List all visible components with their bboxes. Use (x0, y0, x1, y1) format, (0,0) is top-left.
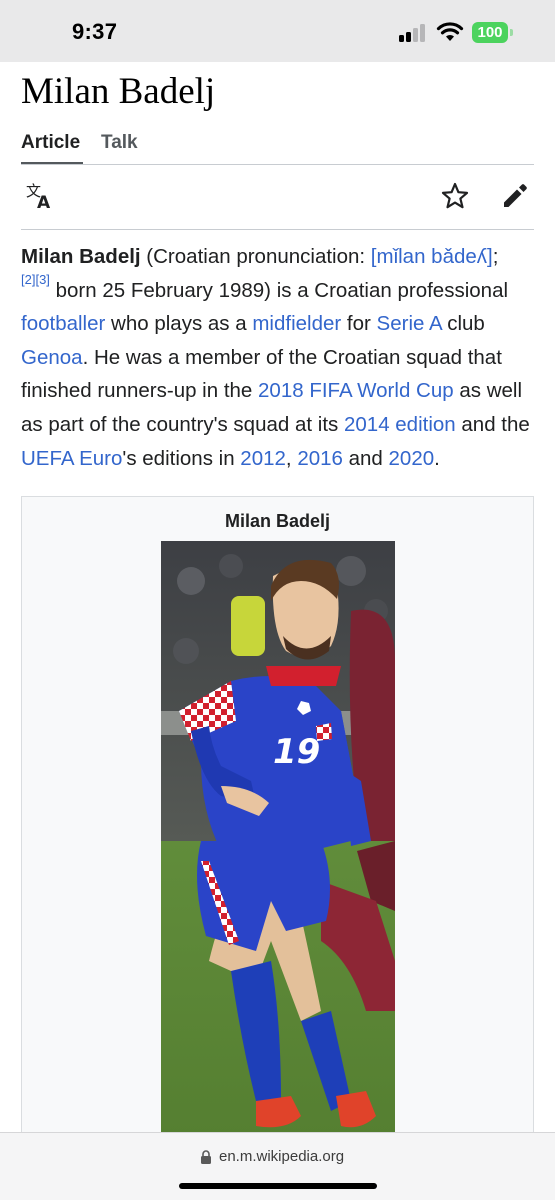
lead-text: . (434, 446, 440, 470)
tabs-divider (21, 164, 534, 165)
infobox: Milan Badelj 19 (21, 496, 534, 1156)
euro-2012-link[interactable]: 2012 (240, 447, 286, 470)
toolbar-divider (21, 229, 534, 230)
uefa-euro-link[interactable]: UEFA Euro (21, 447, 122, 470)
star-icon[interactable] (440, 181, 470, 211)
euro-2020-link[interactable]: 2020 (389, 447, 435, 470)
home-indicator[interactable] (179, 1183, 377, 1189)
language-icon[interactable]: 文 A (25, 181, 55, 211)
serie-a-link[interactable]: Serie A (377, 312, 442, 335)
player-photo-illustration: 19 (161, 541, 395, 1137)
tab-talk[interactable]: Talk (101, 132, 138, 154)
player-photo[interactable]: 19 (161, 541, 395, 1137)
browser-url-bar[interactable] (0, 1132, 555, 1200)
url-text[interactable]: en.m.wikipedia.org (219, 1148, 344, 1165)
lead-text: (Croatian pronunciation: (140, 245, 371, 268)
page-title: Milan Badelj (21, 71, 216, 112)
lead-text: 's editions in (122, 446, 241, 470)
euro-2016-link[interactable]: 2016 (297, 447, 343, 470)
footballer-link[interactable]: footballer (21, 312, 105, 335)
lead-text: , (285, 446, 298, 470)
infobox-title: Milan Badelj (224, 511, 331, 531)
article-subject: Milan Badelj (21, 245, 141, 268)
ipa-link[interactable]: [mǐlan bǎdeʎ] (371, 245, 493, 268)
article-tabs: Article Talk (0, 126, 555, 166)
status-bar: 9:37 100 (0, 0, 555, 62)
edit-pencil-icon[interactable] (500, 181, 530, 211)
lead-text: and (342, 446, 389, 470)
lead-text: who plays as a (105, 312, 253, 336)
midfielder-link[interactable]: midfielder (252, 312, 341, 335)
lead-text: for (341, 312, 377, 336)
lead-text: club (441, 312, 485, 336)
lead-text: ; (492, 245, 499, 268)
battery-icon: 100 (472, 22, 508, 43)
status-time: 9:37 (72, 19, 118, 44)
reference-3-link[interactable]: [3] (35, 272, 49, 287)
world-cup-2018-link[interactable]: 2018 FIFA World Cup (258, 379, 454, 402)
wifi-icon (436, 22, 464, 41)
lead-text: born 25 February 1989) is a Croatian pro… (49, 278, 509, 302)
lock-icon (201, 1150, 211, 1164)
battery-tip (510, 29, 513, 36)
svg-text:A: A (37, 193, 51, 211)
2014-edition-link[interactable]: 2014 edition (344, 413, 456, 436)
reference-2-link[interactable]: [2] (21, 272, 35, 287)
genoa-link[interactable]: Genoa (21, 346, 83, 369)
lead-text: and the (455, 412, 530, 436)
cellular-signal-icon (399, 24, 429, 42)
tab-article[interactable]: Article (21, 132, 80, 154)
lead-paragraph: Milan Badelj (Croatian pronunciation: [m… (21, 240, 541, 475)
jersey-number: 19 (273, 732, 320, 772)
